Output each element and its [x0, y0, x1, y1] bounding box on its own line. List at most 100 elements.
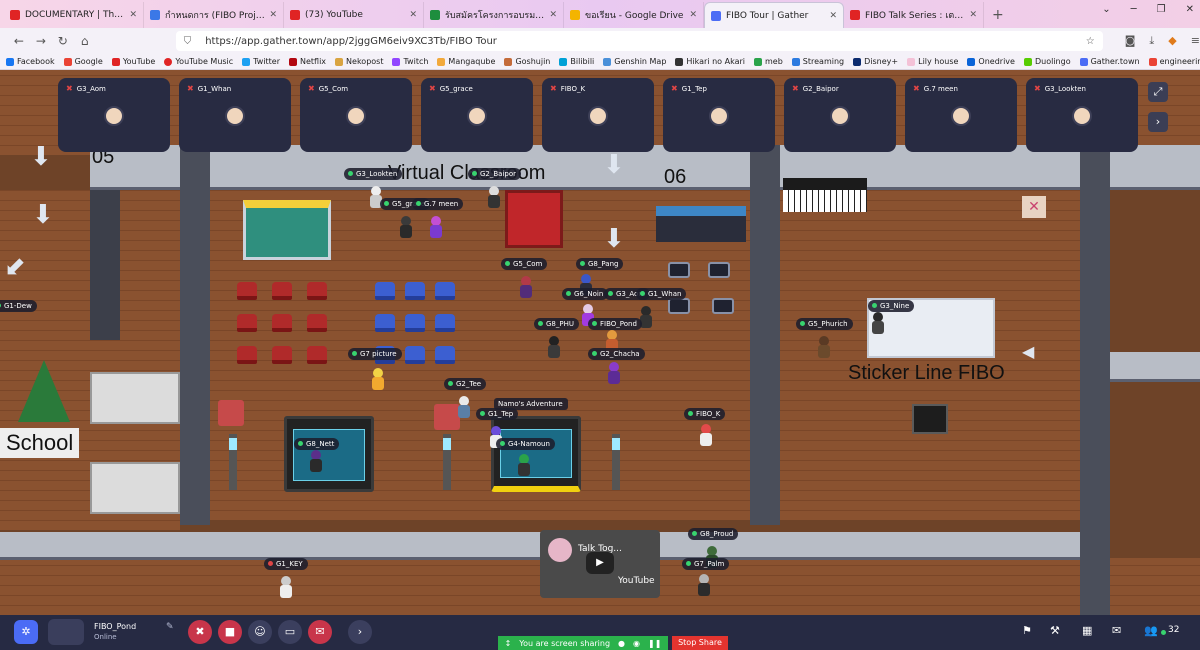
bookmark-twitter[interactable]: Twitter — [242, 57, 280, 66]
vending-machine[interactable] — [505, 190, 563, 248]
avatar[interactable] — [278, 576, 294, 600]
close-icon[interactable]: ✕ — [129, 10, 137, 20]
player-nametag[interactable]: G2_Tee — [444, 378, 487, 390]
pause-icon[interactable]: ❚❚ — [648, 639, 661, 648]
new-tab-button[interactable]: + — [992, 2, 1004, 28]
avatar[interactable] — [456, 396, 472, 420]
window-close-icon[interactable]: ✕ — [1186, 4, 1194, 15]
player-nametag[interactable]: G5_Phurich — [796, 318, 853, 330]
bookmark-mangaqube[interactable]: Mangaqube — [437, 57, 495, 66]
classroom-chair[interactable] — [435, 282, 455, 300]
mic-off-button[interactable]: ✖ — [188, 620, 212, 644]
video-tile[interactable]: ✖ G2_Baipor — [784, 78, 896, 152]
tab-fibo-project[interactable]: กำหนดการ (FIBO Project) 25/04✕ — [144, 2, 284, 28]
avatar[interactable] — [370, 368, 386, 392]
forward-icon[interactable]: → — [30, 34, 52, 48]
player-nametag[interactable]: G3_Lookten — [344, 168, 403, 180]
bookmark-engineering[interactable]: engineering robotics c... — [1148, 57, 1200, 66]
player-nametag[interactable]: G1_KEY — [264, 558, 308, 570]
classroom-chair[interactable] — [237, 346, 257, 364]
stop-share-button[interactable]: Stop Share — [672, 636, 728, 650]
party-booth[interactable] — [243, 200, 331, 260]
classroom-chair[interactable] — [272, 282, 292, 300]
classroom-chair[interactable] — [375, 282, 395, 300]
video-tile[interactable]: ✖ G5_Com — [300, 78, 412, 152]
bookmark-facebook[interactable]: Facebook — [6, 57, 55, 66]
edit-icon[interactable]: ✎ — [166, 622, 174, 632]
menu-icon[interactable]: ≡ — [1191, 34, 1200, 48]
x-sign[interactable]: ✕ — [1022, 196, 1046, 218]
player-nametag[interactable]: G4-Namoun — [496, 438, 555, 450]
chevron-right-icon[interactable]: › — [1148, 112, 1168, 132]
camera-icon[interactable]: ◉ — [633, 639, 640, 648]
avatar[interactable] — [486, 186, 502, 210]
bookmark-gather[interactable]: Gather.town — [1079, 57, 1140, 66]
avatar[interactable] — [308, 450, 324, 474]
lab-stool[interactable] — [712, 298, 734, 314]
classroom-chair[interactable] — [272, 346, 292, 364]
player-nametag[interactable]: G8_PHU — [534, 318, 579, 330]
bookmark-google[interactable]: Google — [63, 57, 103, 66]
screen-share-button[interactable]: ▭ — [278, 620, 302, 644]
school-poster-bottom[interactable] — [90, 462, 180, 514]
tab-fibo-tour-gather[interactable]: FIBO Tour | Gather ✕ — [704, 2, 844, 28]
profile-name[interactable]: FIBO_Pond — [94, 622, 136, 631]
extension-fox-icon[interactable]: ◆ — [1168, 34, 1176, 48]
play-icon[interactable]: ▶ — [586, 552, 614, 574]
chat-icon[interactable]: ✉ — [1112, 624, 1121, 637]
classroom-chair[interactable] — [307, 346, 327, 364]
emoji-button[interactable]: ☺ — [248, 620, 272, 644]
list-tabs-icon[interactable]: ⌄ — [1102, 4, 1110, 15]
bookmark-streaming[interactable]: Streaming — [791, 57, 844, 66]
bookmark-hikari[interactable]: Hikari no Akari — [675, 57, 745, 66]
profile-avatar[interactable] — [48, 619, 84, 645]
movie-poster[interactable] — [912, 404, 948, 434]
avatar[interactable] — [516, 454, 532, 478]
speaker-sign[interactable] — [218, 400, 244, 426]
classroom-chair[interactable] — [237, 282, 257, 300]
player-nametag[interactable]: FIBO_K — [684, 408, 726, 420]
avatar[interactable] — [870, 312, 886, 336]
expand-bar-button[interactable]: › — [348, 620, 372, 644]
video-tile[interactable]: ✖ G1_Whan — [179, 78, 291, 152]
player-nametag[interactable]: G8_Pang — [576, 258, 624, 270]
classroom-chair[interactable] — [405, 346, 425, 364]
bookmark-duolingo[interactable]: Duolingo — [1023, 57, 1071, 66]
expand-icon[interactable]: ⤢ — [1148, 82, 1168, 102]
player-nametag[interactable]: G7 picture — [348, 348, 402, 360]
classroom-chair[interactable] — [307, 282, 327, 300]
tab-documentary[interactable]: DOCUMENTARY | Thailand's Fo ✕ — [4, 2, 144, 28]
tab-google-drive[interactable]: ขอเรียน - Google Drive ✕ — [564, 2, 704, 28]
player-nametag[interactable]: G8_Nett — [294, 438, 340, 450]
classroom-chair[interactable] — [237, 314, 257, 332]
lab-stool[interactable] — [668, 298, 690, 314]
close-icon[interactable]: ✕ — [549, 10, 557, 20]
classroom-chair[interactable] — [405, 314, 425, 332]
classroom-chair[interactable] — [375, 314, 395, 332]
school-sign[interactable]: School — [0, 428, 80, 458]
shield-icon[interactable]: ⛉ — [184, 36, 192, 47]
bookmark-genshin-map[interactable]: Genshin Map — [603, 57, 666, 66]
avatar[interactable] — [606, 362, 622, 386]
participants-icon[interactable]: 👥 — [1144, 624, 1158, 637]
classroom-chair[interactable] — [435, 346, 455, 364]
maximize-icon[interactable]: ❐ — [1157, 4, 1166, 15]
bookmark-twitch[interactable]: Twitch — [392, 57, 428, 66]
tab-youtube[interactable]: (73) YouTube ✕ — [284, 2, 424, 28]
video-tile[interactable]: ✖ G3_Lookten — [1026, 78, 1138, 152]
player-nametag[interactable]: FIBO_Pond — [588, 318, 642, 330]
tab-fibo-talk[interactable]: FIBO Talk Series : เตรียมตัวอย่าง ✕ — [844, 2, 984, 28]
youtube-embed[interactable]: Talk Tog... ▶ YouTube — [540, 530, 660, 598]
minimize-icon[interactable]: ─ — [1131, 4, 1137, 15]
calendar-icon[interactable]: ▦ — [1082, 624, 1092, 637]
player-nametag[interactable]: G3_Nine — [868, 300, 915, 312]
bookmark-disney[interactable]: Disney+ — [853, 57, 898, 66]
close-icon[interactable]: ✕ — [829, 11, 837, 21]
avatar[interactable] — [428, 216, 444, 240]
hammer-icon[interactable]: ⚒ — [1050, 624, 1060, 637]
piano[interactable] — [783, 178, 867, 212]
build-icon[interactable]: ⚑ — [1022, 624, 1032, 637]
url-text[interactable]: https://app.gather.town/app/2jggGM6eiv9X… — [205, 36, 497, 47]
player-nametag[interactable]: G2_Chacha — [588, 348, 645, 360]
player-nametag[interactable]: G.7 meen — [412, 198, 464, 210]
